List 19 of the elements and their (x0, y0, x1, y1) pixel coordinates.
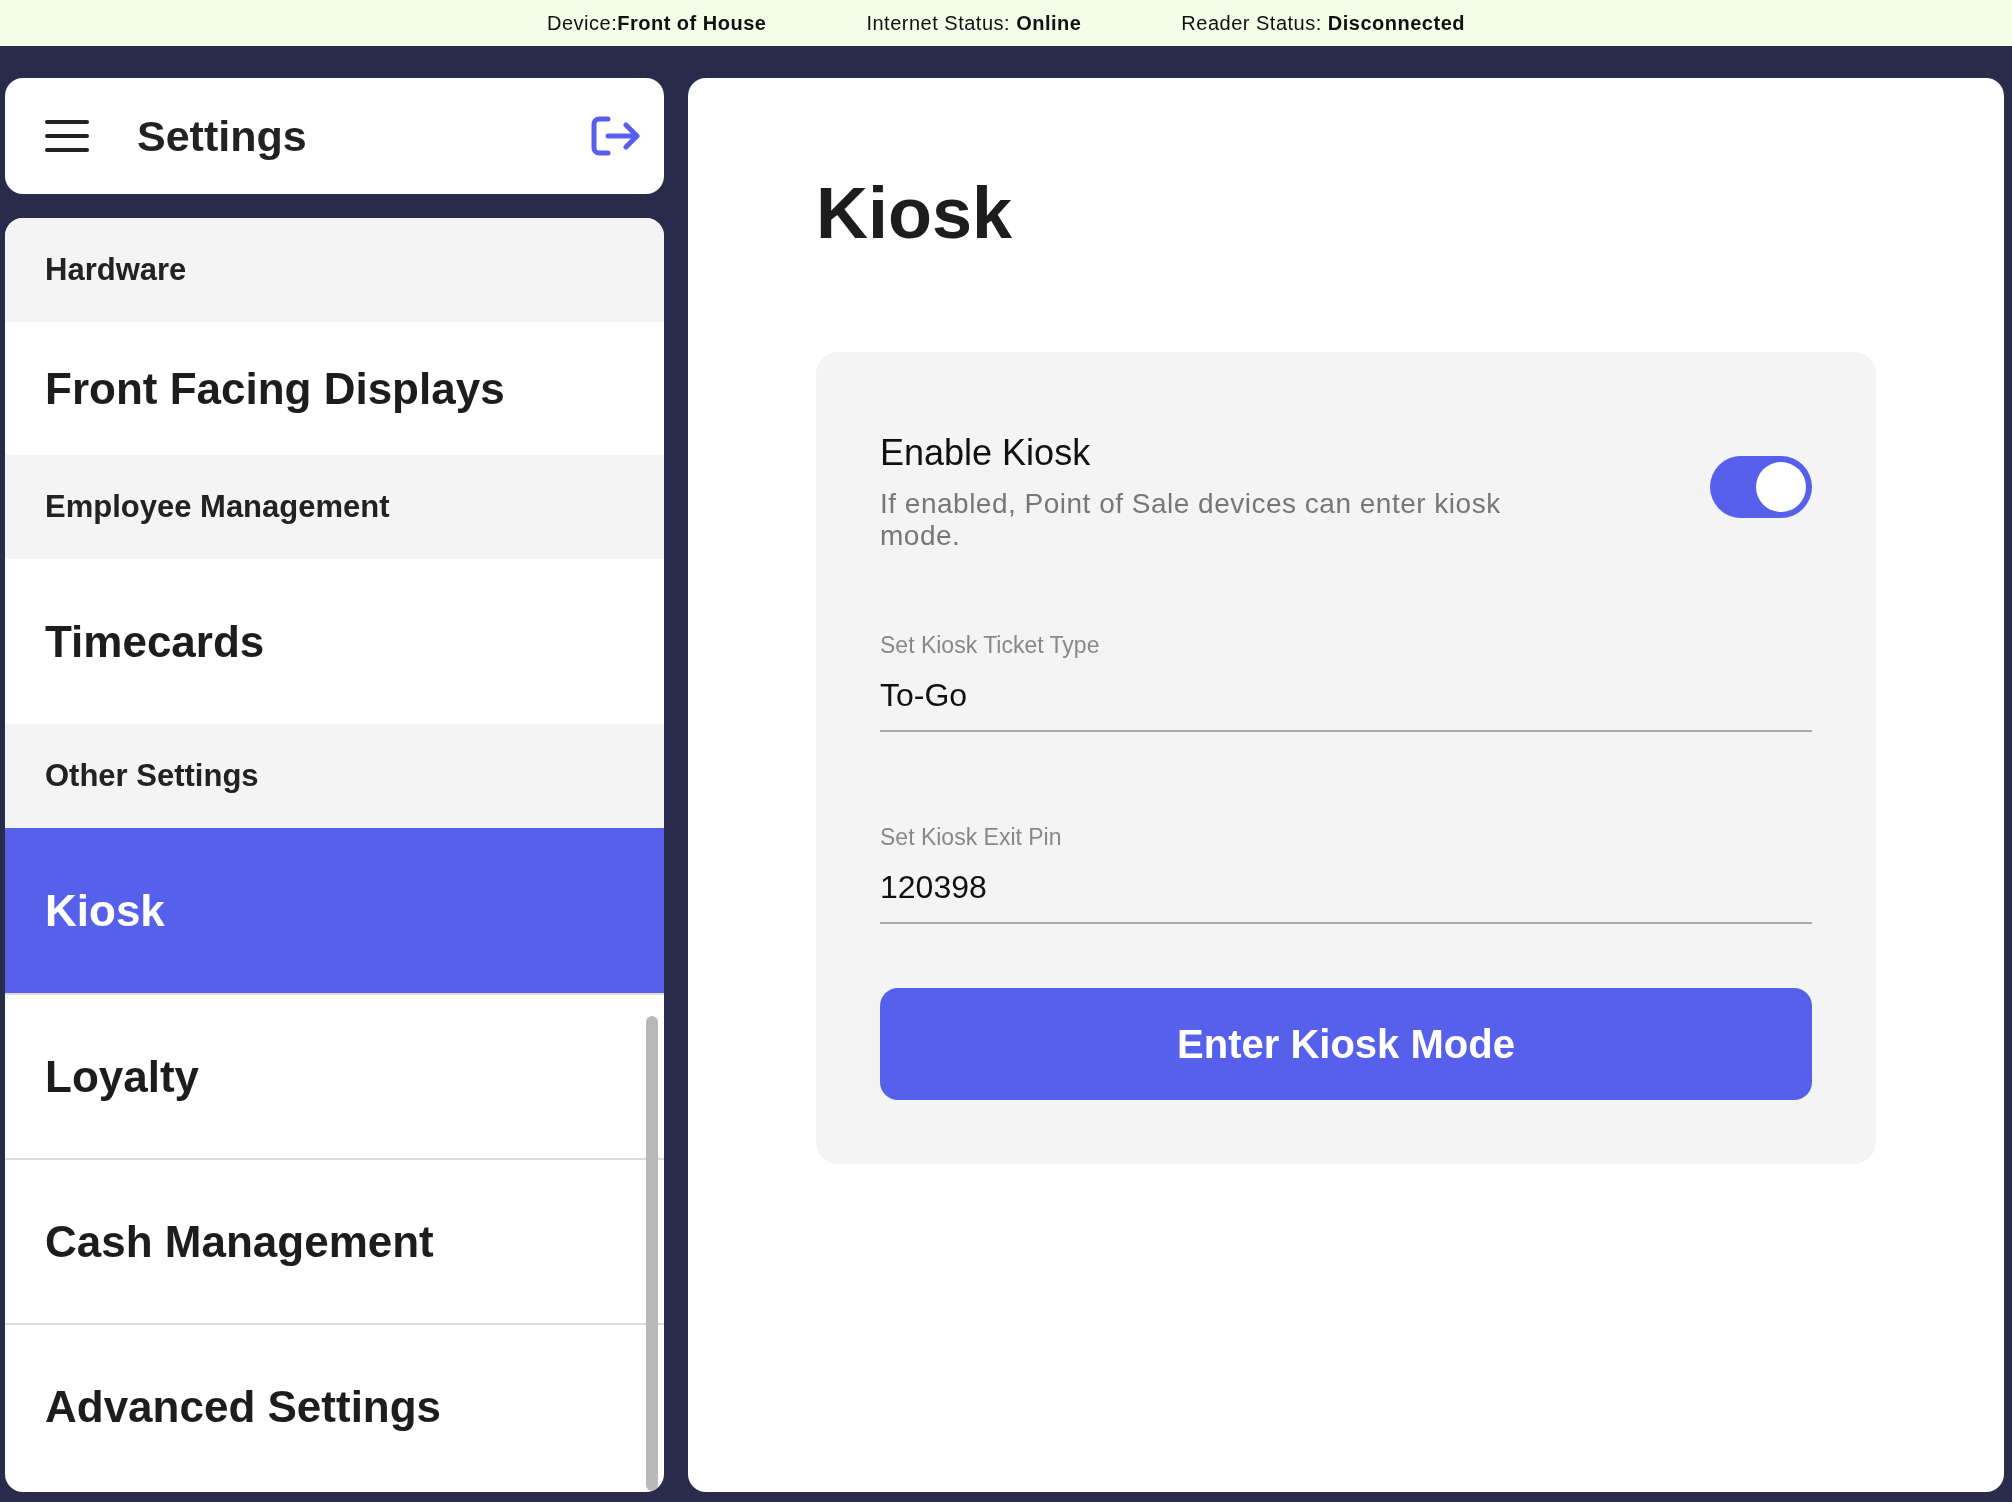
sidebar-item[interactable]: Timecards (5, 559, 664, 724)
enter-kiosk-button[interactable]: Enter Kiosk Mode (880, 988, 1812, 1101)
section-header: Employee Management (5, 455, 664, 559)
section-header: Hardware (5, 218, 664, 322)
logout-icon[interactable] (590, 115, 640, 157)
menu-icon[interactable] (45, 118, 89, 154)
sidebar-item[interactable]: Front Facing Displays (5, 322, 664, 455)
sidebar-item[interactable]: Kiosk (5, 828, 664, 993)
status-text: Device:Front of House (547, 11, 767, 35)
input-field[interactable]: Set Kiosk Ticket Type To-Go (880, 632, 1812, 733)
header-title: Settings (137, 111, 308, 161)
toggle-label: Enable Kiosk (880, 432, 1092, 474)
status-text: Reader Status: Disconnected (1181, 11, 1465, 35)
section-header: Other Settings (5, 724, 664, 828)
scrollbar[interactable] (646, 1016, 658, 1491)
status-text: Internet Status: Online (866, 11, 1082, 35)
input-field[interactable]: Set Kiosk Exit Pin 120398 (880, 824, 1812, 925)
page-title: Kiosk (816, 172, 1014, 254)
toggle-description: If enabled, Point of Sale devices can enter kiosk mode. (880, 488, 1502, 553)
